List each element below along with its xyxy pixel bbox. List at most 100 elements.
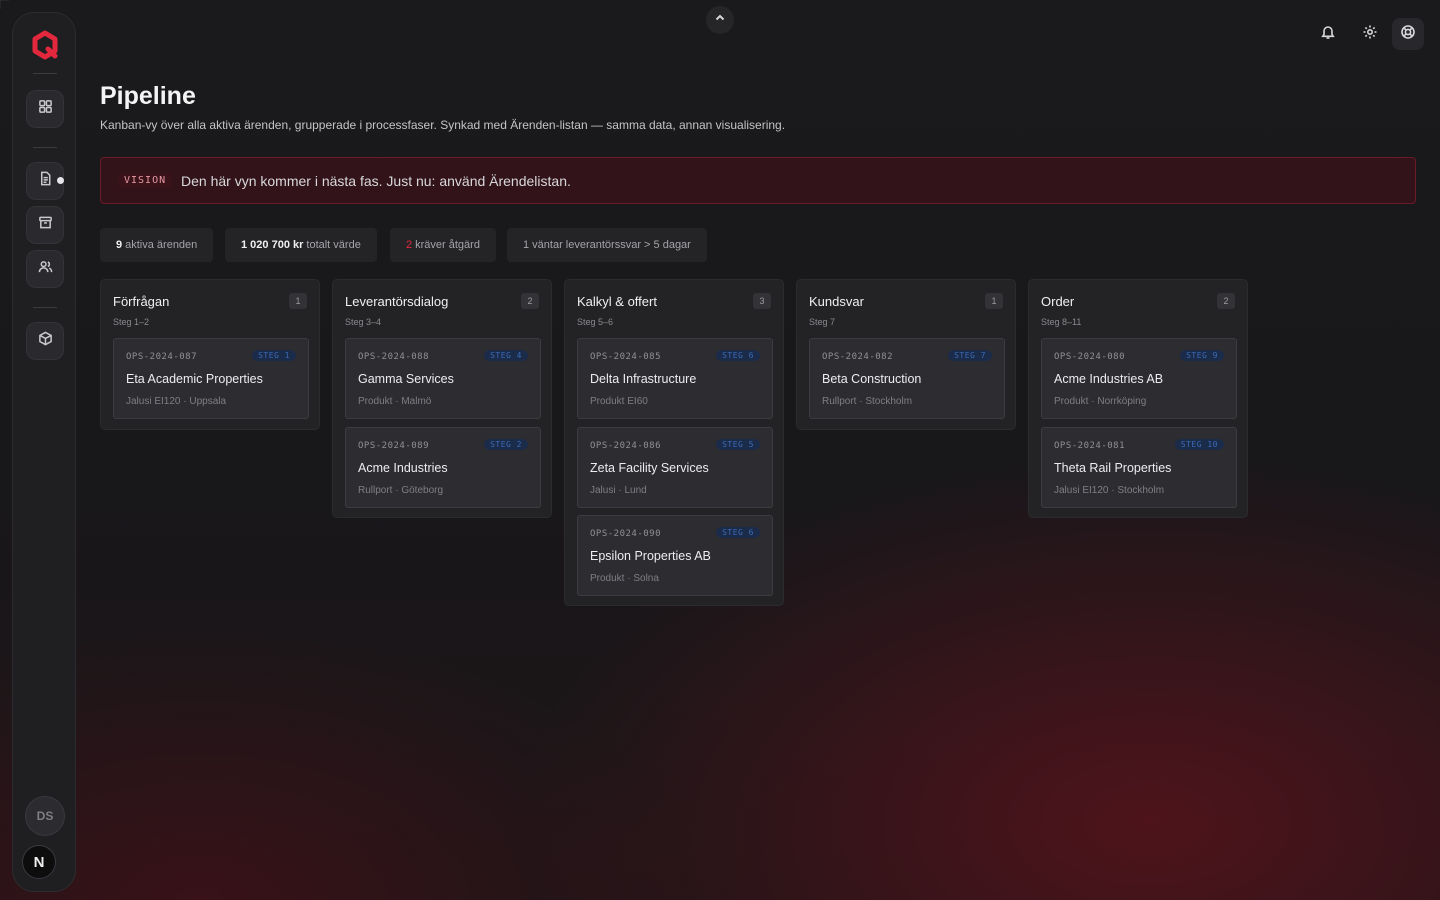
case-meta: Produkt · Solna [590,573,659,584]
customer-name: Epsilon Properties AB [590,549,711,563]
column-count: 1 [985,293,1003,309]
step-badge: STEG 6 [716,350,760,361]
user-avatar[interactable]: DS [25,796,65,836]
customer-name: Eta Academic Properties [126,372,263,386]
customer-name: Gamma Services [358,372,454,386]
step-badge: STEG 2 [484,439,528,450]
vision-tag: VISION [118,173,173,188]
stat-requires-action[interactable]: 2 kräver åtgärd [390,228,496,262]
stat-total-label: totalt värde [306,239,361,251]
column-title: Kundsvar [809,294,864,309]
kanban-column-forfragan: Förfrågan Steg 1–2 1 OPS-2024-087 STEG 1… [100,279,320,430]
column-steps: Steg 1–2 [113,317,150,327]
sidebar-item-dashboard[interactable] [26,90,64,128]
notifications-button[interactable] [1312,18,1344,50]
stat-action-label: kräver åtgärd [415,239,480,251]
column-steps: Steg 5–6 [577,317,614,327]
case-card[interactable]: OPS-2024-080 STEG 9 Acme Industries AB P… [1041,338,1237,419]
case-id: OPS-2024-081 [1054,441,1126,451]
column-title: Leverantörsdialog [345,294,449,309]
column-title: Förfrågan [113,294,170,309]
case-id: OPS-2024-082 [822,352,894,362]
kanban-column-leverantorsdialog: Leverantörsdialog Steg 3–4 2 OPS-2024-08… [332,279,552,518]
case-card[interactable]: OPS-2024-090 STEG 6 Epsilon Properties A… [577,515,773,596]
help-button[interactable] [1392,18,1424,50]
stat-total-amount: 1 020 700 kr [241,239,304,251]
step-badge: STEG 10 [1174,439,1224,450]
kanban-column-order: Order Steg 8–11 2 OPS-2024-080 STEG 9 Ac… [1028,279,1248,518]
stat-active-cases: 9 aktiva ärenden [100,228,214,262]
column-count: 2 [1217,293,1235,309]
column-steps: Steg 3–4 [345,317,382,327]
case-card[interactable]: OPS-2024-088 STEG 4 Gamma Services Produ… [345,338,541,419]
case-meta: Produkt · Malmö [358,396,432,407]
stat-active-label: aktiva ärenden [125,239,198,251]
step-badge: STEG 9 [1180,350,1224,361]
step-badge: STEG 6 [716,527,760,538]
chevron-up-icon [714,11,726,29]
gear-icon [1362,24,1378,45]
case-id: OPS-2024-087 [126,352,198,362]
customer-name: Acme Industries [358,461,448,475]
column-steps: Steg 8–11 [1041,317,1082,327]
stat-active-value: 9 [116,239,123,251]
column-count: 3 [753,293,771,309]
dashboard-icon [38,99,53,119]
stat-waiting-text: 1 väntar leverantörssvar > 5 dagar [523,239,691,251]
column-steps: Steg 7 [809,317,836,327]
sidebar-item-users[interactable] [26,250,64,288]
case-id: OPS-2024-089 [358,441,430,451]
user-initials: DS [36,809,54,823]
stat-total-value: 1 020 700 kr totalt värde [225,228,377,262]
lifebuoy-icon [1400,24,1416,45]
archive-icon [38,215,53,235]
column-title: Order [1041,294,1075,309]
kanban-column-kalkyl-offert: Kalkyl & offert Steg 5–6 3 OPS-2024-085 … [564,279,784,606]
settings-button[interactable] [1354,18,1386,50]
kanban-column-kundsvar: Kundsvar Steg 7 1 OPS-2024-082 STEG 7 Be… [796,279,1016,430]
case-card[interactable]: OPS-2024-089 STEG 2 Acme Industries Rull… [345,427,541,508]
banner-text: Den här vyn kommer i nästa fas. Just nu:… [181,173,571,189]
customer-name: Beta Construction [822,372,922,386]
stat-action-value: 2 [406,239,413,251]
document-icon [38,171,53,191]
case-card[interactable]: OPS-2024-081 STEG 10 Theta Rail Properti… [1041,427,1237,508]
case-id: OPS-2024-080 [1054,352,1126,362]
customer-name: Delta Infrastructure [590,372,697,386]
workspace-badge[interactable]: N [22,845,56,879]
case-id: OPS-2024-088 [358,352,430,362]
step-badge: STEG 1 [252,350,296,361]
column-title: Kalkyl & offert [577,294,657,309]
sidebar-divider [33,73,57,74]
sidebar-divider [33,147,57,148]
sidebar-divider [33,307,57,308]
page-subtitle: Kanban-vy över alla aktiva ärenden, grup… [100,118,786,132]
collapse-header-button[interactable] [706,6,734,34]
stat-waiting-supplier[interactable]: 1 väntar leverantörssvar > 5 dagar [507,228,707,262]
case-meta: Jalusi EI120 · Uppsala [126,396,227,407]
case-id: OPS-2024-090 [590,529,662,539]
case-meta: Produkt EI60 [590,396,648,407]
sidebar-item-products[interactable] [26,322,64,360]
case-card[interactable]: OPS-2024-087 STEG 1 Eta Academic Propert… [113,338,309,419]
users-icon [38,259,53,279]
customer-name: Acme Industries AB [1054,372,1164,386]
step-badge: STEG 7 [948,350,992,361]
package-icon [38,331,53,351]
case-card[interactable]: OPS-2024-082 STEG 7 Beta Construction Ru… [809,338,1005,419]
vision-banner: VISION Den här vyn kommer i nästa fas. J… [100,157,1416,204]
case-id: OPS-2024-085 [590,352,662,362]
customer-name: Zeta Facility Services [590,461,709,475]
sidebar-item-archive[interactable] [26,206,64,244]
column-count: 1 [289,293,307,309]
case-meta: Rullport · Göteborg [358,485,444,496]
step-badge: STEG 4 [484,350,528,361]
case-card[interactable]: OPS-2024-085 STEG 6 Delta Infrastructure… [577,338,773,419]
case-meta: Rullport · Stockholm [822,396,913,407]
page-title: Pipeline [100,82,196,110]
case-meta: Jalusi · Lund [590,485,647,496]
app-logo-icon[interactable] [29,29,61,61]
notification-dot [57,177,64,184]
case-card[interactable]: OPS-2024-086 STEG 5 Zeta Facility Servic… [577,427,773,508]
customer-name: Theta Rail Properties [1054,461,1172,475]
